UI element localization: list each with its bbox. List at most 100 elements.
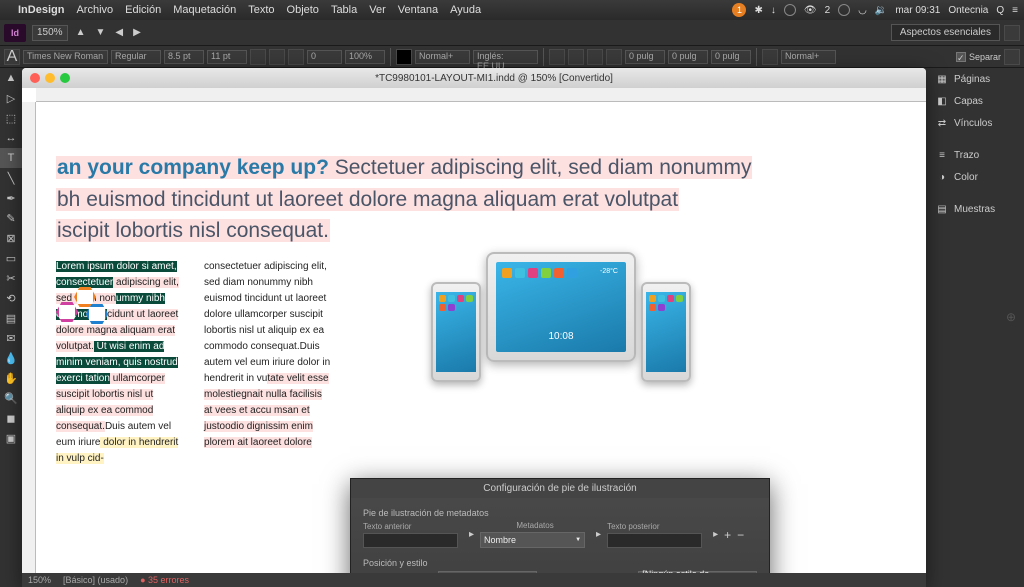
hyphenate-toggle[interactable]: ✓Separar [956,52,1001,62]
maximize-icon[interactable] [60,73,70,83]
status-icon[interactable]: ✱ [754,5,762,16]
zoom-indicator-icon[interactable]: ⊕ [1006,310,1016,324]
view-icon[interactable]: 👁 [804,5,817,16]
app-name[interactable]: InDesign [18,4,64,16]
zoom-select[interactable]: 150% [32,25,68,41]
panel-tab-swatches[interactable]: ▤Muestras [928,198,1024,220]
tracking-select[interactable]: 100% [345,50,385,64]
headline-text[interactable]: an your company keep up? Sectetuer adipi… [56,152,906,247]
horizontal-ruler[interactable] [36,88,926,102]
indent-left-field[interactable]: 0 pulg [625,50,665,64]
note-tool-icon[interactable]: ✉ [0,328,22,348]
menu-item[interactable]: Texto [248,4,274,16]
notification-badge[interactable]: 1 [732,3,746,17]
page-tool-icon[interactable]: ⬚ [0,108,22,128]
underline-icon[interactable] [288,49,304,65]
panel-tab-stroke[interactable]: ≡Trazo [928,144,1024,166]
text-after-input[interactable] [607,533,702,548]
menu-item[interactable]: Tabla [331,4,357,16]
pen-tool-icon[interactable]: ✒ [0,188,22,208]
panel-tab-layers[interactable]: ◧Capas [928,90,1024,112]
user-name[interactable]: Ontecnia [948,5,988,16]
workspace-switcher[interactable]: Aspectos esenciales [891,24,1000,41]
panel-menu-icon[interactable] [1004,49,1020,65]
space-before-field[interactable]: 0 pulg [711,50,751,64]
menu-item[interactable]: Archivo [76,4,113,16]
align-right-icon[interactable] [587,49,603,65]
rectangle-tool-icon[interactable]: ▭ [0,248,22,268]
menu-icon[interactable]: ≡ [1012,5,1018,16]
font-select[interactable]: Times New Roman [23,50,108,64]
status-zoom[interactable]: 150% [28,575,51,585]
language-select[interactable]: Inglés: EE.UU. [473,50,538,64]
scissors-tool-icon[interactable]: ✂ [0,268,22,288]
menu-item[interactable]: Edición [125,4,161,16]
gradient-tool-icon[interactable]: ▤ [0,308,22,328]
menu-item[interactable]: Ventana [398,4,438,16]
nav-left-icon[interactable]: ◀ [113,27,125,38]
remove-row-icon[interactable]: − [737,528,744,542]
hexagon-graphic[interactable] [56,282,111,332]
metadata-select[interactable]: Nombre [480,532,585,548]
volume-icon[interactable]: 🔉 [875,5,887,16]
cloud-icon[interactable] [784,4,796,16]
bullets-icon[interactable] [762,49,778,65]
search-icon[interactable] [1004,25,1020,41]
selection-tool-icon[interactable]: ▲ [0,68,22,88]
text-before-input[interactable] [363,533,458,548]
clock[interactable]: mar 09:31 [895,5,940,16]
text-column-2[interactable]: consectetuer adipiscing elit, sed diam n… [204,259,332,467]
rectangle-frame-tool-icon[interactable]: ⊠ [0,228,22,248]
status-state[interactable]: [Básico] (usado) [63,575,128,585]
nav-right-icon[interactable]: ▶ [131,27,143,38]
para-style-select[interactable]: Normal+ [415,50,470,64]
wifi-icon[interactable]: ◡ [858,5,867,16]
mac-menubar: InDesign Archivo Edición Maquetación Tex… [0,0,1024,20]
char-mode-icon[interactable]: A [4,49,20,65]
smallcaps-icon[interactable] [269,49,285,65]
minimize-icon[interactable] [45,73,55,83]
direct-selection-tool-icon[interactable]: ▷ [0,88,22,108]
close-icon[interactable] [30,73,40,83]
status-icon[interactable]: ↓ [771,5,776,16]
status-icon[interactable] [838,4,850,16]
panel-tab-color[interactable]: ◑Color [928,166,1024,188]
vertical-ruler[interactable] [22,102,36,573]
menu-item[interactable]: Maquetación [173,4,236,16]
fill-stroke-icon[interactable]: ◼ [0,408,22,428]
eyedropper-tool-icon[interactable]: 💧 [0,348,22,368]
view-mode-icon[interactable]: ▣ [0,428,22,448]
spotlight-icon[interactable]: Q [996,5,1004,16]
menu-item[interactable]: Objeto [287,4,319,16]
panel-tab-links[interactable]: ⇄Vínculos [928,112,1024,134]
align-left-icon[interactable] [549,49,565,65]
view-count: 2 [825,5,831,16]
align-justify-icon[interactable] [606,49,622,65]
stroke-icon: ≡ [936,149,948,161]
pencil-tool-icon[interactable]: ✎ [0,208,22,228]
line-tool-icon[interactable]: ╲ [0,168,22,188]
gap-tool-icon[interactable]: ↔ [0,128,22,148]
devices-image[interactable]: -28°C [416,247,706,417]
type-tool-icon[interactable]: T [0,148,22,168]
add-row-icon[interactable]: + [724,528,731,542]
nav-down-icon[interactable]: ▼ [93,27,107,38]
indent-right-field[interactable]: 0 pulg [668,50,708,64]
hand-tool-icon[interactable]: ✋ [0,368,22,388]
superscript-icon[interactable] [250,49,266,65]
transform-tool-icon[interactable]: ⟲ [0,288,22,308]
panel-tab-pages[interactable]: ▦Páginas [928,68,1024,90]
window-titlebar[interactable]: *TC9980101-LAYOUT-MI1.indd @ 150% [Conve… [22,68,926,88]
preflight-errors[interactable]: 35 errores [140,575,189,585]
menu-item[interactable]: Ayuda [450,4,481,16]
align-center-icon[interactable] [568,49,584,65]
menu-item[interactable]: Ver [369,4,386,16]
nav-up-icon[interactable]: ▲ [74,27,88,38]
leading-select[interactable]: 11 pt [207,50,247,64]
zoom-tool-icon[interactable]: 🔍 [0,388,22,408]
fill-swatch-icon[interactable] [396,49,412,65]
font-size-select[interactable]: 8.5 pt [164,50,204,64]
cell-style-select[interactable]: Normal+ [781,50,836,64]
kerning-select[interactable]: 0 [307,50,342,64]
font-style-select[interactable]: Regular [111,50,161,64]
